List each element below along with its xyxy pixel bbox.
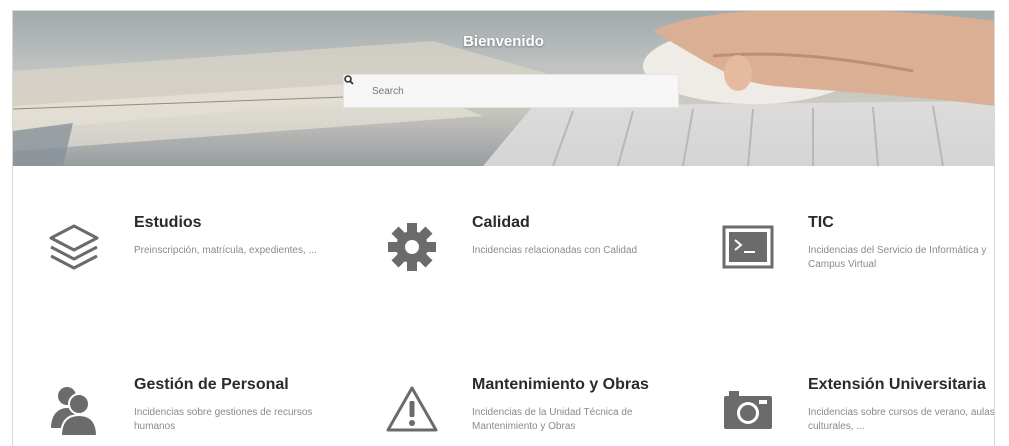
category-tic[interactable]: TIC Incidencias del Servicio de Informát… [713,212,994,302]
category-description: Incidencias relacionadas con Calidad [472,245,638,256]
category-title[interactable]: Gestión de Personal [134,376,289,394]
category-description: Incidencias del Servicio de Informática … [808,245,987,270]
category-title[interactable]: Estudios [134,214,202,232]
page-frame: Bienvenido Estudios Preinscripción, [12,10,995,446]
category-gestion-personal[interactable]: Gestión de Personal Incidencias sobre ge… [39,374,339,446]
search-box[interactable] [343,74,679,108]
category-description: Incidencias sobre gestiones de recursos … [134,407,313,432]
search-input[interactable] [372,75,678,107]
category-calidad[interactable]: Calidad Incidencias relacionadas con Cal… [377,212,677,302]
gear-icon [377,212,447,282]
users-icon [39,374,109,444]
category-description: Incidencias sobre cursos de verano, aula… [808,407,995,432]
category-title[interactable]: Extensión Universitaria [808,376,986,394]
category-title[interactable]: TIC [808,214,834,232]
terminal-icon [713,212,783,282]
category-mantenimiento[interactable]: Mantenimiento y Obras Incidencias de la … [377,374,677,446]
category-title[interactable]: Mantenimiento y Obras [472,376,649,394]
category-title[interactable]: Calidad [472,214,530,232]
category-extension[interactable]: Extensión Universitaria Incidencias sobr… [713,374,995,446]
category-estudios[interactable]: Estudios Preinscripción, matrícula, expe… [39,212,339,302]
category-description: Preinscripción, matrícula, expedientes, … [134,245,317,256]
hero-banner: Bienvenido [13,11,994,166]
warning-icon [377,374,447,444]
category-description: Incidencias de la Unidad Técnica de Mant… [472,407,633,432]
page-title: Bienvenido [463,33,544,50]
layers-icon [39,212,109,282]
camera-icon [713,374,783,444]
